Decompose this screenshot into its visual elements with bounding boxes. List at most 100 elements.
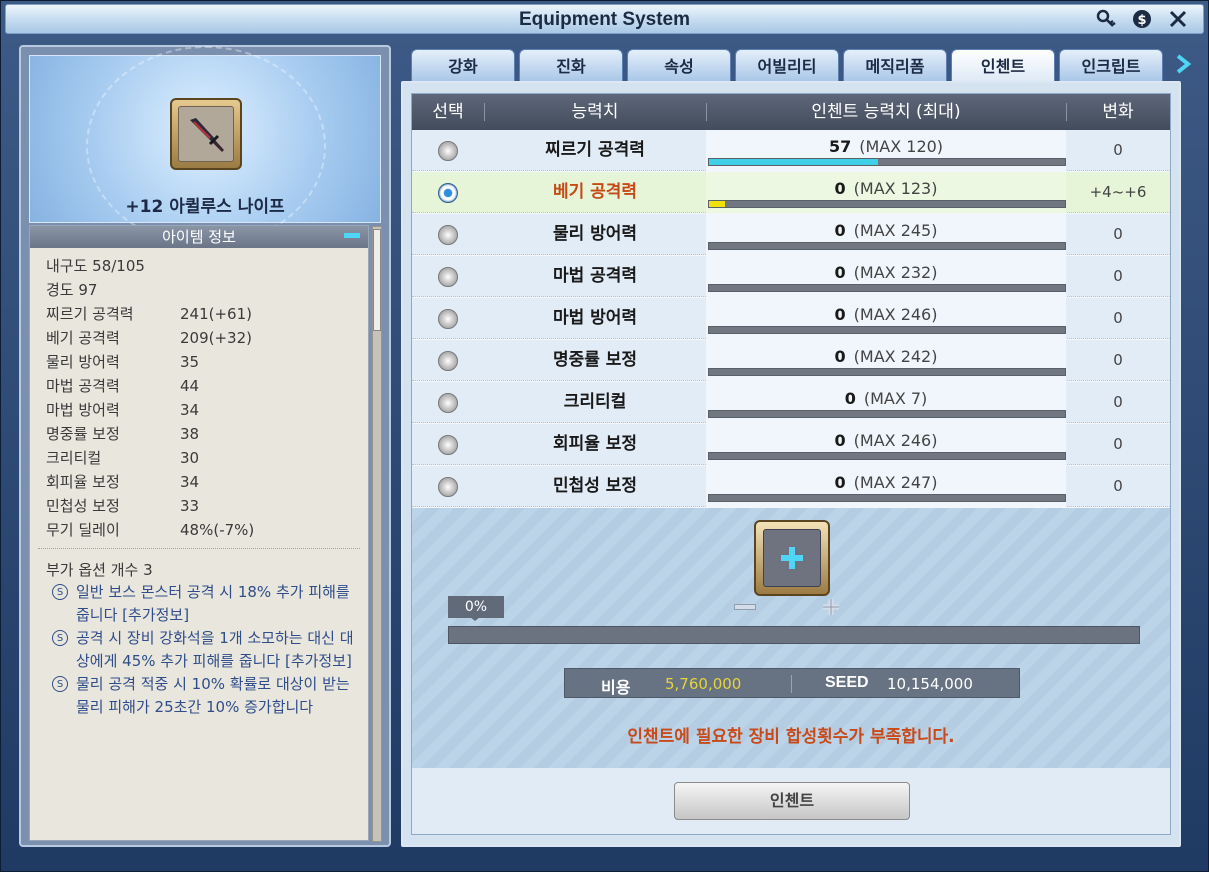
stat-row-2[interactable]: 물리 방어력 0 (MAX 245) 0 [412,214,1170,255]
change-value: 0 [1113,141,1123,159]
decrease-button[interactable] [734,604,756,610]
stat-name: 회피율 보정 [552,434,638,454]
radio-button[interactable] [438,224,458,245]
col-stat: 능력치 [571,102,619,122]
enchant-value: 0 [834,179,846,198]
enchant-progress-bar [708,284,1066,292]
tab-ability[interactable]: 어빌리티 [735,49,839,83]
stat-row-7[interactable]: 회피율 보정 0 (MAX 246) 0 [412,424,1170,465]
radio-button[interactable] [438,476,458,497]
stat-name: 마법 공격력 [552,266,638,286]
radio-cell[interactable] [412,424,484,465]
radio-cell[interactable] [412,340,484,381]
add-material-slot[interactable] [754,520,830,596]
enchant-value-cell: 0 (MAX 123) [706,172,1066,213]
enchant-value: 0 [834,473,846,492]
enchant-value-cell: 0 (MAX 246) [706,298,1066,339]
window-title: Equipment System [518,9,691,30]
stat-row-5[interactable]: 명중률 보정 0 (MAX 242) 0 [412,340,1170,381]
stat-row-0[interactable]: 찌르기 공격력 57 (MAX 120) 0 [412,130,1170,171]
stat-row-6[interactable]: 크리티컬 0 (MAX 7) 0 [412,382,1170,423]
enchant-progress-bar [708,368,1066,376]
radio-button[interactable] [438,266,458,287]
tab-evolve[interactable]: 진화 [519,49,623,83]
change-value: 0 [1113,225,1123,243]
enchant-max: (MAX 246) [853,431,938,450]
radio-cell[interactable] [412,256,484,297]
radio-button[interactable] [438,308,458,329]
stat-name: 회피율 보정 [46,473,120,491]
tab-element[interactable]: 속성 [627,49,731,83]
stat-name: 물리 방어력 [46,353,120,371]
radio-button[interactable] [438,140,458,161]
change-value: 0 [1113,477,1123,495]
change-value: 0 [1113,435,1123,453]
enchant-button[interactable]: 인첸트 [674,782,910,820]
enchant-value-text: 0 (MAX 232) [706,263,1066,282]
radio-cell[interactable] [412,466,484,507]
stat-row-8[interactable]: 민첩성 보정 0 (MAX 247) 0 [412,466,1170,507]
stat-value: 241(+61) [180,305,252,323]
radio-button[interactable] [438,350,458,371]
stat-name: 마법 방어력 [552,308,638,328]
stat-name: 베기 공격력 [552,182,638,202]
stat-name: 베기 공격력 [46,329,120,347]
radio-button[interactable] [438,392,458,413]
item-info-header: 아이템 정보 [30,226,368,248]
increase-button[interactable] [820,596,842,618]
info-scrollbar[interactable] [372,226,382,842]
radio-button[interactable] [438,182,458,203]
warning-message: 인챈트에 필요한 장비 합성횟수가 부족합니다. [627,727,955,747]
radio-cell[interactable] [412,382,484,423]
key-icon[interactable] [1095,8,1117,30]
stat-value: 38 [180,425,200,443]
close-icon[interactable] [1167,8,1189,30]
stat-row-3[interactable]: 마법 공격력 0 (MAX 232) 0 [412,256,1170,297]
stat-row: 베기 공격력 209(+32) [46,326,354,350]
option-item[interactable]: S 공격 시 장비 강화석을 1개 소모하는 대신 대상에게 45% 추가 피해… [30,627,368,673]
enchant-max: (MAX 247) [853,473,938,492]
title-bar[interactable]: Equipment System $ [5,4,1204,34]
tab-scroll-right-icon[interactable] [1174,53,1192,75]
change-value: +4~+6 [1089,183,1147,201]
enchant-value-text: 0 (MAX 246) [706,305,1066,324]
stat-value: 44 [180,377,200,395]
enchant-value: 0 [834,221,846,240]
change-value: 0 [1113,267,1123,285]
radio-cell[interactable] [412,130,484,171]
knife-icon [190,118,224,152]
option-item[interactable]: S 일반 보스 몬스터 공격 시 18% 추가 피해를 줍니다 [추가정보] [30,581,368,627]
item-panel: +12 아퀼루스 나이프 아이템 정보 내구도 58/105 경도 97 찌르기… [19,45,391,847]
collapse-button[interactable] [344,233,360,238]
item-info-panel: 아이템 정보 내구도 58/105 경도 97 찌르기 공격력 241(+61) … [29,225,382,842]
col-change: 변화 [1102,102,1134,122]
item-slot[interactable] [170,98,242,170]
stat-row-4[interactable]: 마법 방어력 0 (MAX 246) 0 [412,298,1170,339]
stat-name: 크리티컬 [46,449,102,467]
tab-magic-reform[interactable]: 메직리폼 [843,49,947,83]
radio-cell[interactable] [412,214,484,255]
enchant-slider[interactable] [448,626,1140,644]
scroll-thumb[interactable] [373,229,381,331]
option-item[interactable]: S 물리 공격 적중 시 10% 확률로 대상이 받는 물리 피해가 25초간 … [30,673,368,719]
stat-name: 마법 공격력 [46,377,120,395]
enchant-value-text: 0 (MAX 245) [706,221,1066,240]
stat-row-1[interactable]: 베기 공격력 0 (MAX 123) +4~+6 [412,172,1170,213]
stat-name: 민첩성 보정 [46,497,120,515]
tab-encrypt[interactable]: 인크립트 [1059,49,1163,83]
stat-name: 찌르기 공격력 [46,305,134,323]
stat-row: 크리티컬 30 [46,446,354,470]
enchant-panel: 선택 능력치 인첸트 능력치 (최대) 변화 찌르기 공격력 57 (MAX 120… [401,81,1181,847]
seed-icon[interactable]: $ [1131,8,1153,30]
enchant-value-cell: 57 (MAX 120) [706,130,1066,171]
enchant-progress-bar [708,410,1066,418]
item-info-title: 아이템 정보 [162,228,236,246]
radio-button[interactable] [438,434,458,455]
option-text: 공격 시 장비 강화석을 1개 소모하는 대신 대상에게 45% 추가 피해를 … [76,629,354,670]
radio-cell[interactable] [412,172,484,213]
enchant-max: (MAX 245) [853,221,938,240]
tab-enchant[interactable]: 인첸트 [951,49,1055,85]
tab-reinforce[interactable]: 강화 [411,49,515,83]
stat-name: 명중률 보정 [46,425,120,443]
radio-cell[interactable] [412,298,484,339]
